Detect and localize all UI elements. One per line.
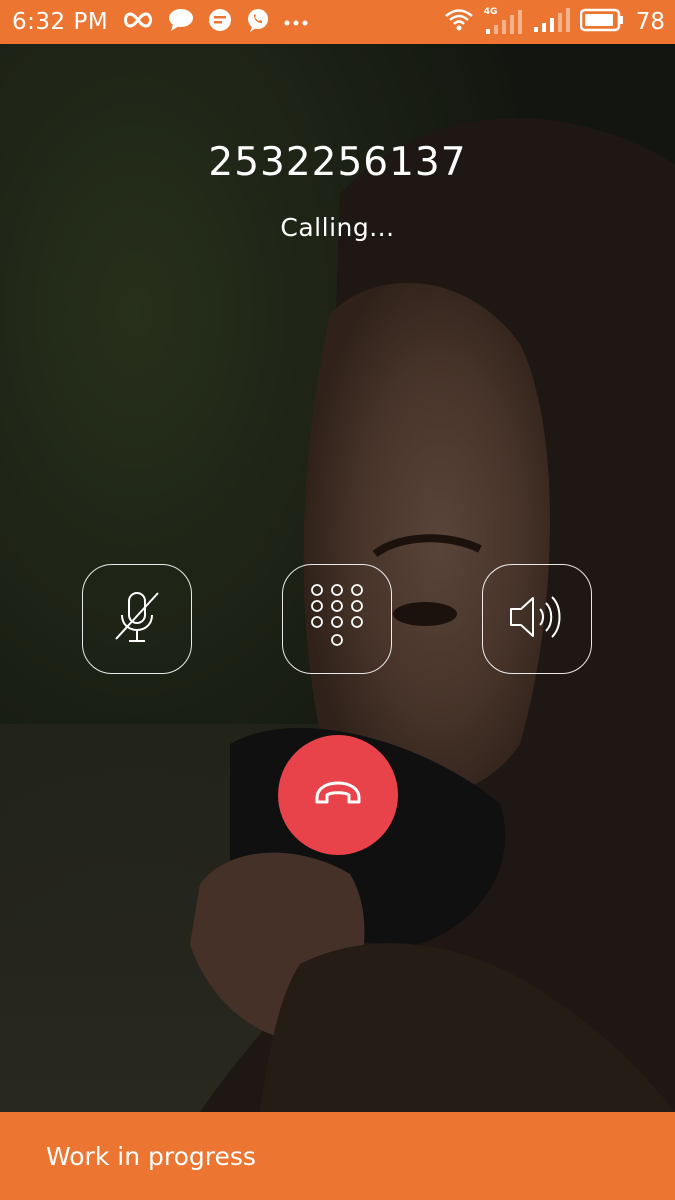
battery-level: 78 xyxy=(635,9,665,35)
speaker-icon xyxy=(507,592,567,646)
more-dots-icon xyxy=(284,13,308,32)
phone-hangup-icon xyxy=(313,780,363,810)
keypad-button[interactable] xyxy=(282,564,392,674)
speaker-button[interactable] xyxy=(482,564,592,674)
snackbar-message: Work in progress xyxy=(46,1141,256,1171)
status-time: 6:32 PM xyxy=(12,9,109,35)
signal-icon xyxy=(532,7,570,37)
signal-4g-icon: 4G xyxy=(484,7,522,35)
battery-icon xyxy=(579,8,624,36)
end-call-button[interactable] xyxy=(278,735,398,855)
chat-bubble-icon xyxy=(168,8,194,36)
infinity-icon xyxy=(122,10,154,34)
wifi-icon xyxy=(444,8,474,36)
status-bar: 6:32 PM 4G 78 xyxy=(0,0,675,44)
system-icons: 4G 78 xyxy=(444,7,665,37)
call-status: Calling... xyxy=(280,213,395,242)
notification-icons xyxy=(122,8,308,36)
dialpad-icon xyxy=(307,582,367,656)
snackbar: Work in progress xyxy=(0,1112,675,1200)
caller-number: 2532256137 xyxy=(208,140,467,185)
viber-icon xyxy=(246,8,270,36)
message-icon xyxy=(208,8,232,36)
mic-off-icon xyxy=(112,587,162,651)
mute-button[interactable] xyxy=(82,564,192,674)
